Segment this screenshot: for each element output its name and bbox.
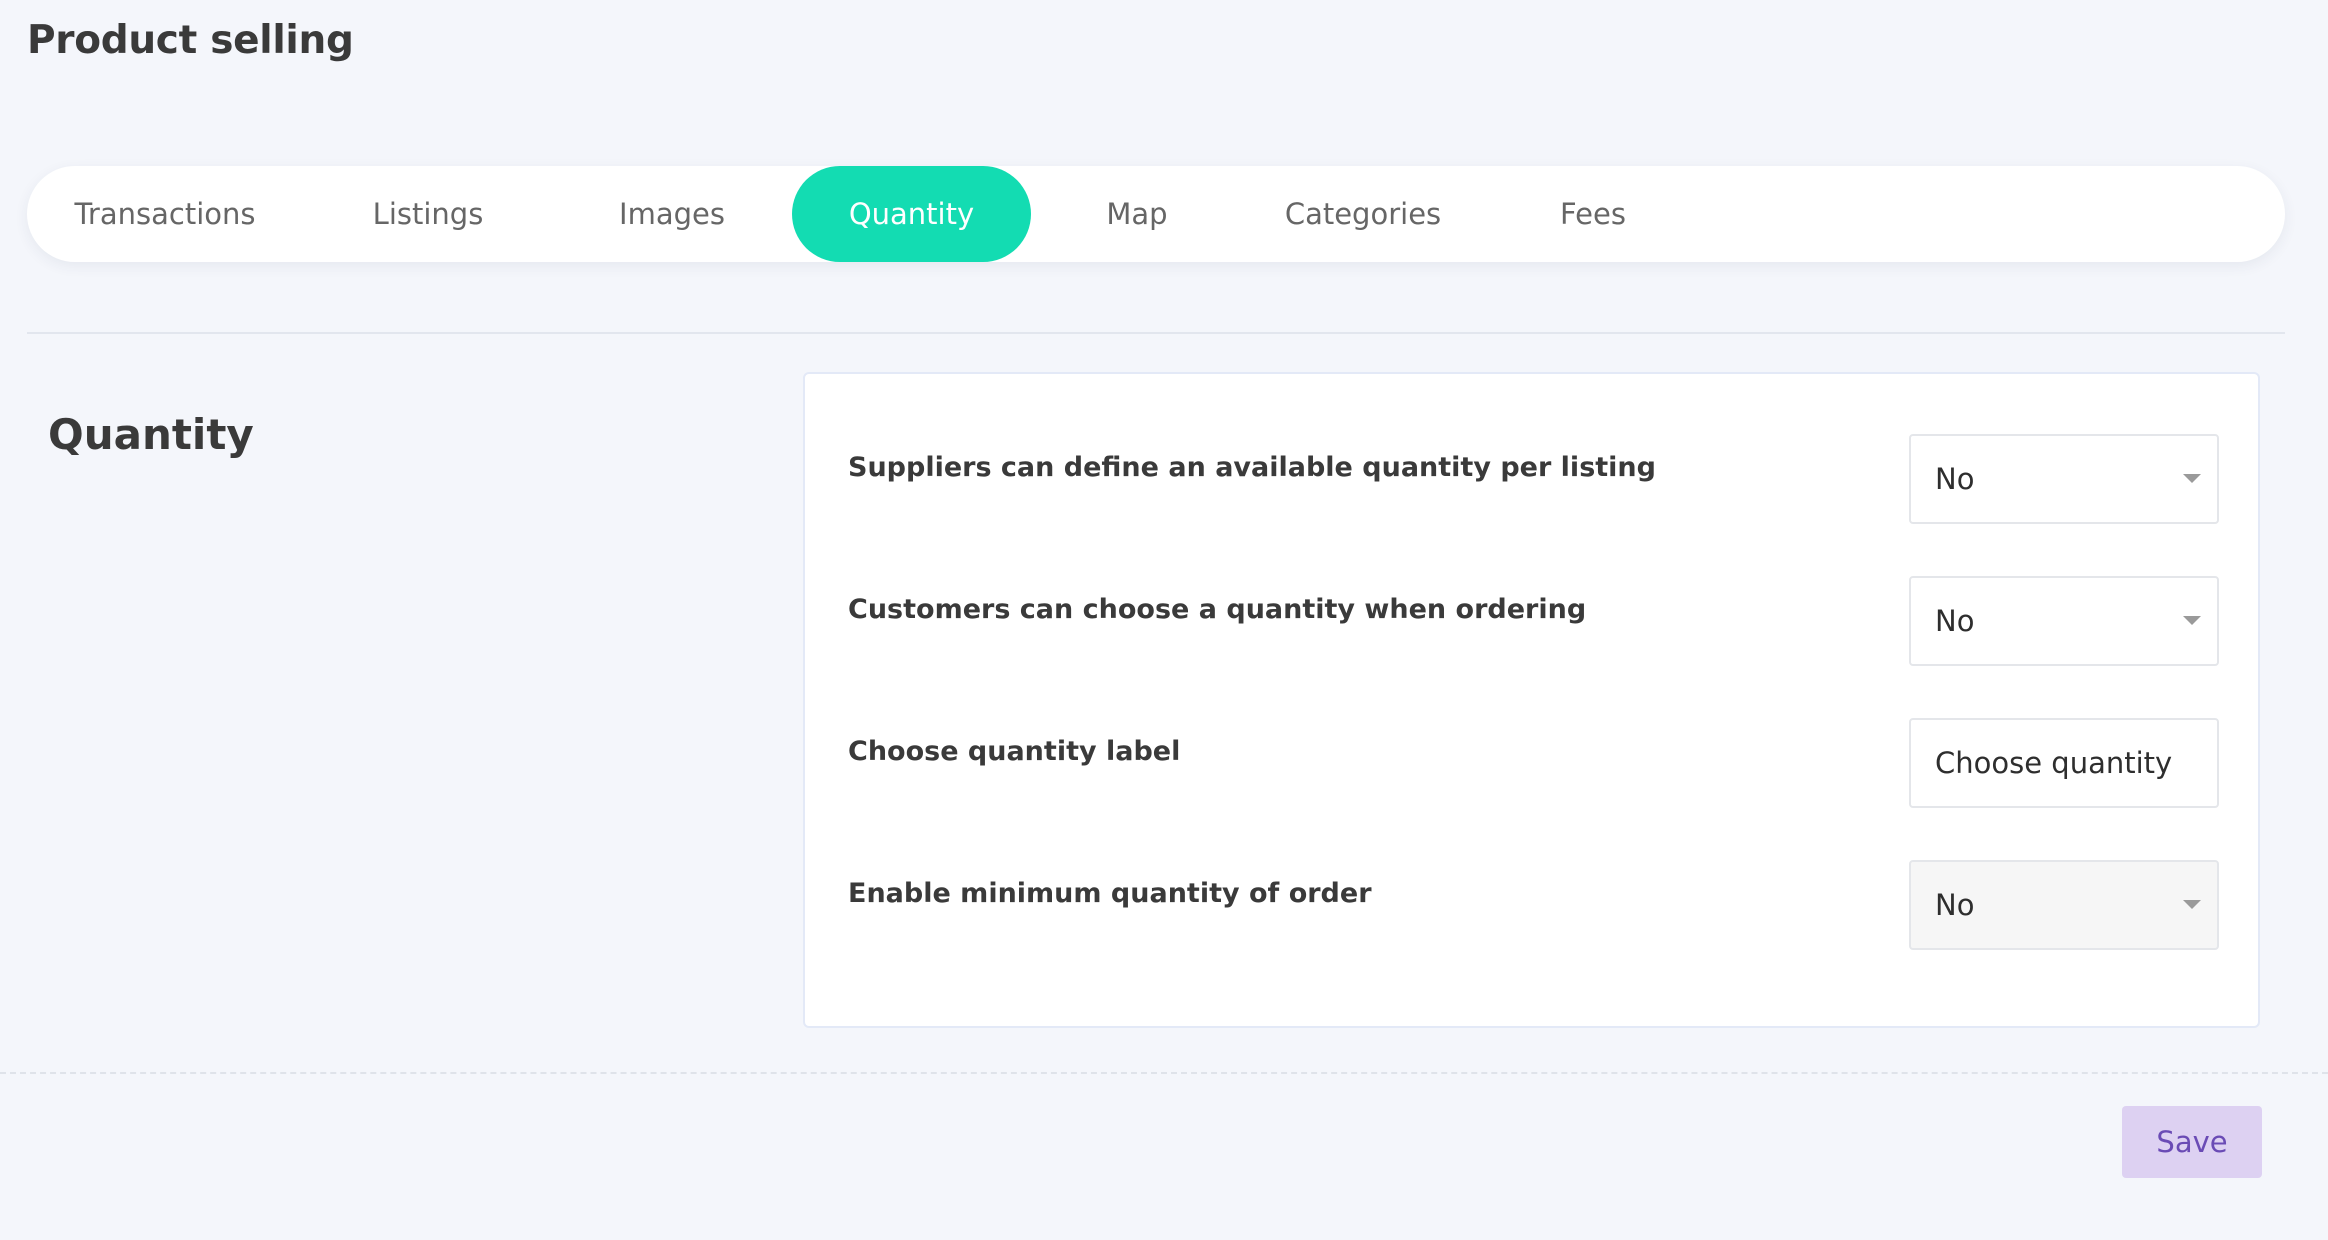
supplier-quantity-select[interactable]: No: [1909, 434, 2219, 524]
setting-label: Suppliers can define an available quanti…: [848, 452, 1656, 483]
tab-listings[interactable]: Listings: [365, 166, 491, 262]
customer-quantity-select[interactable]: No: [1909, 576, 2219, 666]
tab-fees[interactable]: Fees: [1543, 166, 1643, 262]
chevron-down-icon: [2183, 900, 2201, 909]
quantity-settings-card: Suppliers can define an available quanti…: [803, 372, 2260, 1028]
setting-row-customer-quantity: Customers can choose a quantity when ord…: [805, 576, 2258, 666]
page-title: Product selling: [27, 18, 354, 63]
setting-row-minimum-quantity: Enable minimum quantity of order No: [805, 860, 2258, 950]
setting-label: Customers can choose a quantity when ord…: [848, 594, 1587, 625]
chevron-down-icon: [2183, 474, 2201, 483]
setting-row-quantity-label: Choose quantity label Choose quantity: [805, 718, 2258, 808]
footer-divider: [0, 1072, 2328, 1074]
chevron-down-icon: [2183, 616, 2201, 625]
setting-label: Enable minimum quantity of order: [848, 878, 1372, 909]
section-divider: [27, 332, 2285, 334]
quantity-label-input[interactable]: Choose quantity: [1909, 718, 2219, 808]
tab-quantity[interactable]: Quantity: [792, 166, 1031, 262]
setting-label: Choose quantity label: [848, 736, 1181, 767]
minimum-quantity-select[interactable]: No: [1909, 860, 2219, 950]
select-value: No: [1935, 604, 1975, 638]
setting-row-supplier-quantity: Suppliers can define an available quanti…: [805, 434, 2258, 524]
select-value: No: [1935, 462, 1975, 496]
save-button[interactable]: Save: [2122, 1106, 2262, 1178]
tab-transactions[interactable]: Transactions: [67, 166, 263, 262]
section-title: Quantity: [48, 410, 254, 459]
tab-images[interactable]: Images: [597, 166, 747, 262]
select-value: No: [1935, 888, 1975, 922]
tab-map[interactable]: Map: [1087, 166, 1187, 262]
input-value: Choose quantity: [1935, 746, 2173, 780]
settings-tab-bar: Transactions Listings Images Quantity Ma…: [27, 166, 2285, 262]
tab-categories[interactable]: Categories: [1263, 166, 1463, 262]
